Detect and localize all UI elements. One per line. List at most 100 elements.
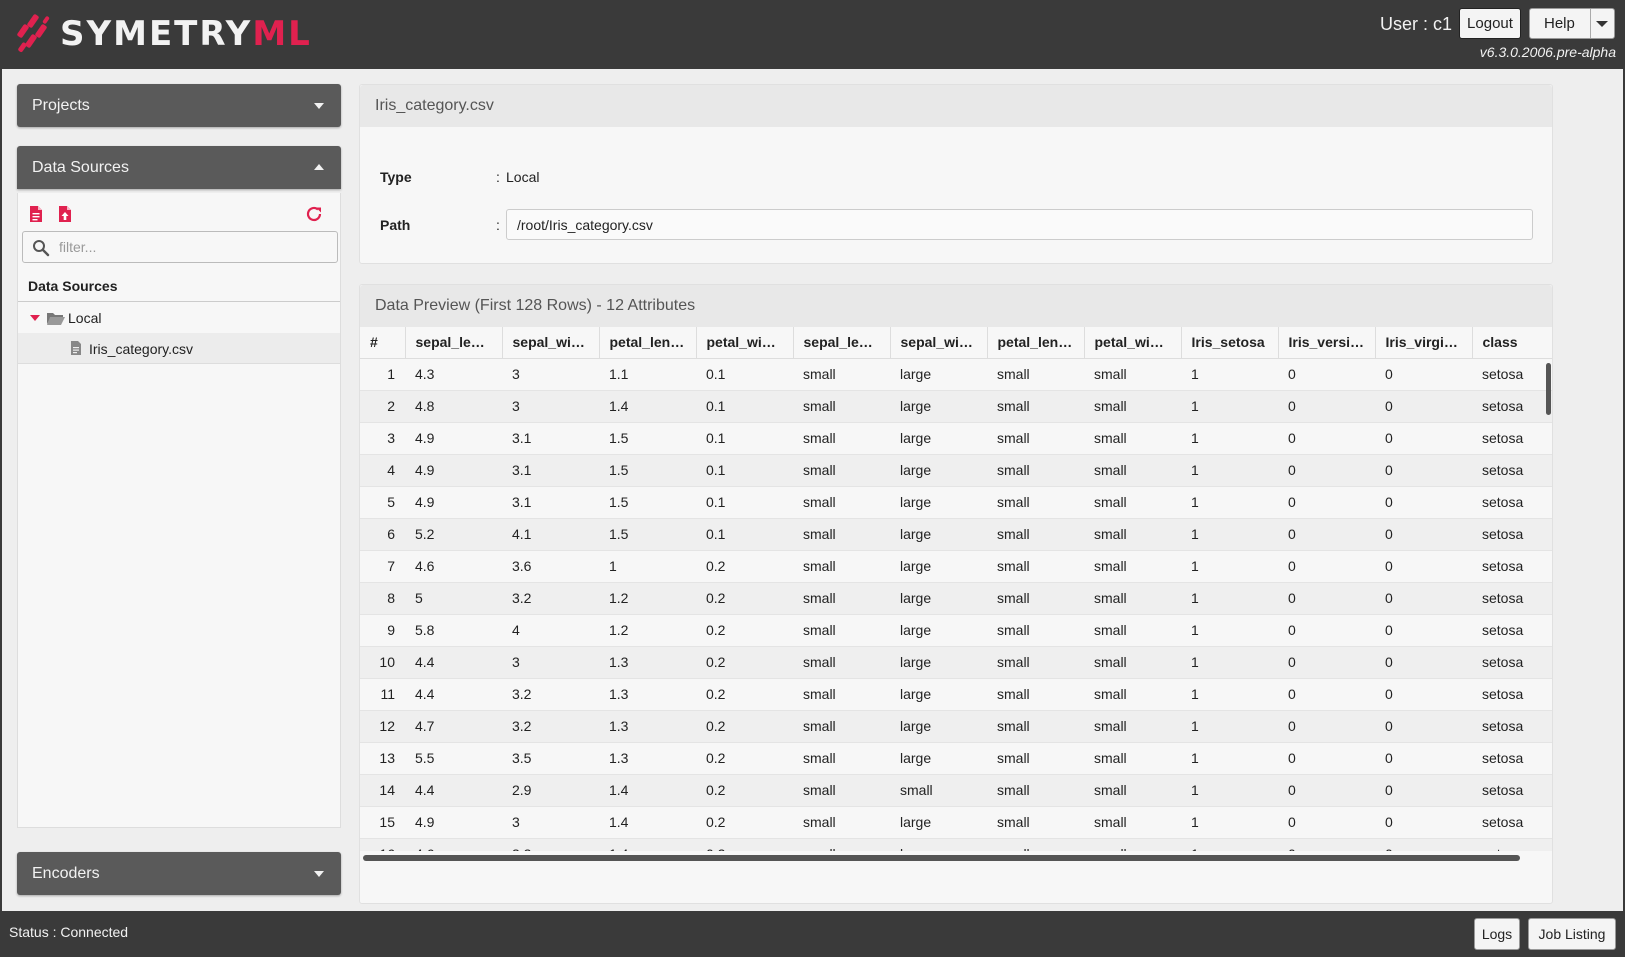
table-cell: small	[987, 582, 1084, 615]
table-cell: 0	[1278, 742, 1375, 775]
table-row[interactable]: 10 4.4 3 1.3 0.2 small large small small 1 0 0 setos…	[360, 646, 1552, 679]
filter-input[interactable]	[59, 237, 329, 257]
table-row[interactable]: 4 4.9 3.1 1.5 0.1 small large small small 1 0 0 seto…	[360, 454, 1552, 487]
table-cell: 0	[1375, 742, 1472, 775]
table-cell: 0	[1278, 710, 1375, 743]
vertical-scrollbar[interactable]	[1546, 363, 1551, 415]
table-row[interactable]: 9 5.8 4 1.2 0.2 small large small small 1 0 0 setosa	[360, 614, 1552, 647]
datasource-title: Iris_category.csv	[360, 85, 1552, 127]
column-header[interactable]: sepal_leng...	[793, 327, 891, 359]
table-row[interactable]: 1 4.3 3 1.1 0.1 small large small small 1 0 0 setosa	[360, 358, 1552, 391]
table-cell: small	[793, 838, 890, 851]
table-cell: 0	[1375, 774, 1472, 807]
table-row[interactable]: 8 5 3.2 1.2 0.2 small large small small 1 0 0 setosa	[360, 582, 1552, 615]
encoders-accordion-header[interactable]: Encoders	[17, 852, 341, 895]
table-cell: 3	[502, 358, 599, 391]
table-cell: 1	[1181, 422, 1278, 455]
table-cell: 1	[1181, 454, 1278, 487]
table-cell: 0.2	[696, 678, 793, 711]
help-dropdown-chevron-icon[interactable]	[1596, 21, 1608, 27]
column-header[interactable]: petal_width	[696, 327, 794, 359]
table-cell: 1	[1181, 838, 1278, 851]
table-row[interactable]: 5 4.9 3.1 1.5 0.1 small large small small 1 0 0 seto…	[360, 486, 1552, 519]
datasources-accordion-header[interactable]: Data Sources	[17, 146, 341, 189]
table-cell: small	[1084, 390, 1181, 423]
column-header[interactable]: #	[360, 327, 406, 359]
tree-item-local-label: Local	[68, 310, 102, 326]
table-cell: 0	[1375, 454, 1472, 487]
connection-status: Status : Connected	[9, 924, 129, 940]
column-header[interactable]: Iris_setosa	[1181, 327, 1279, 359]
table-cell: 0	[1278, 614, 1375, 647]
tree-item-file-label: Iris_category.csv	[89, 341, 193, 357]
table-cell: large	[890, 806, 987, 839]
table-cell: 3.6	[502, 550, 599, 583]
table-cell: large	[890, 838, 987, 851]
table-cell: setosa	[1472, 774, 1552, 807]
column-header[interactable]: class	[1472, 327, 1552, 359]
table-cell: 1.2	[599, 614, 696, 647]
table-cell: large	[890, 454, 987, 487]
filter-box	[22, 231, 338, 263]
table-row[interactable]: 15 4.9 3 1.4 0.2 small large small small 1 0 0 setos…	[360, 806, 1552, 839]
logs-button[interactable]: Logs	[1474, 918, 1520, 950]
help-button[interactable]: Help	[1529, 8, 1615, 39]
horizontal-scrollbar[interactable]	[363, 855, 1520, 861]
new-file-icon[interactable]	[28, 205, 44, 223]
path-field[interactable]	[506, 209, 1533, 240]
table-row[interactable]: 12 4.7 3.2 1.3 0.2 small large small small 1 0 0 set…	[360, 710, 1552, 743]
main-area: Projects Data Sources Data Sources	[2, 69, 1623, 911]
table-cell: 1.4	[599, 806, 696, 839]
table-row[interactable]: 2 4.8 3 1.4 0.1 small large small small 1 0 0 setosa	[360, 390, 1552, 423]
projects-label: Projects	[32, 96, 90, 114]
table-row[interactable]: 14 4.4 2.9 1.4 0.2 small small small small 1 0 0 set…	[360, 774, 1552, 807]
table-cell: small	[987, 614, 1084, 647]
table-row[interactable]: 6 5.2 4.1 1.5 0.1 small large small small 1 0 0 seto…	[360, 518, 1552, 551]
tree-item-iris-category[interactable]: Iris_category.csv	[18, 333, 340, 364]
table-cell: 0	[1375, 806, 1472, 839]
column-header[interactable]: petal_length	[599, 327, 697, 359]
table-cell: setosa	[1472, 486, 1552, 519]
table-cell: 1.4	[599, 838, 696, 851]
table-row[interactable]: 3 4.9 3.1 1.5 0.1 small large small small 1 0 0 seto…	[360, 422, 1552, 455]
table-cell: 1	[1181, 390, 1278, 423]
row-number-cell: 5	[360, 486, 405, 519]
column-header[interactable]: sepal_widt...	[890, 327, 988, 359]
table-row[interactable]: 164.63.21.40.2smalllargesmallsmall100set…	[360, 838, 1552, 851]
table-cell: 1	[1181, 646, 1278, 679]
logo-text: SYMETRYML	[60, 12, 312, 56]
table-row[interactable]: 11 4.4 3.2 1.3 0.2 small large small small 1 0 0 set…	[360, 678, 1552, 711]
table-cell: 3.2	[502, 838, 599, 851]
table-cell: small	[987, 518, 1084, 551]
table-cell: 0	[1375, 710, 1472, 743]
column-header[interactable]: petal_widt...	[1084, 327, 1182, 359]
refresh-icon[interactable]	[305, 205, 323, 223]
table-cell: 0	[1278, 646, 1375, 679]
column-header[interactable]: Iris_versic...	[1278, 327, 1376, 359]
table-cell: small	[793, 678, 890, 711]
table-cell: small	[1084, 806, 1181, 839]
table-cell: 0.2	[696, 710, 793, 743]
tree-item-local[interactable]: Local	[18, 303, 340, 333]
table-header-row: # sepal_leng... sepal_width petal_length pet…	[360, 327, 1552, 359]
data-preview-table-wrap[interactable]: # sepal_leng... sepal_width petal_length pet…	[360, 327, 1552, 851]
table-row[interactable]: 7 4.6 3.6 1 0.2 small large small small 1 0 0 setosa	[360, 550, 1552, 583]
row-number-cell: 6	[360, 518, 405, 551]
caret-expanded-icon[interactable]	[30, 315, 40, 321]
table-header: # sepal_leng... sepal_width petal_length pet…	[360, 327, 1552, 359]
logout-button[interactable]: Logout	[1459, 8, 1521, 39]
projects-accordion-header[interactable]: Projects	[17, 84, 341, 127]
table-cell: 3.2	[502, 710, 599, 743]
column-header[interactable]: Iris_virginica	[1375, 327, 1473, 359]
upload-file-icon[interactable]	[57, 205, 73, 223]
table-cell: 0	[1278, 550, 1375, 583]
table-cell: small	[1084, 678, 1181, 711]
table-cell: 0.1	[696, 486, 793, 519]
table-row[interactable]: 13 5.5 3.5 1.3 0.2 small large small small 1 0 0 set…	[360, 742, 1552, 775]
column-header[interactable]: sepal_leng...	[405, 327, 503, 359]
table-cell: small	[1084, 710, 1181, 743]
job-listing-button[interactable]: Job Listing	[1528, 918, 1616, 950]
column-header[interactable]: sepal_width	[502, 327, 600, 359]
column-header[interactable]: petal_lengt...	[987, 327, 1085, 359]
table-cell: small	[890, 774, 987, 807]
